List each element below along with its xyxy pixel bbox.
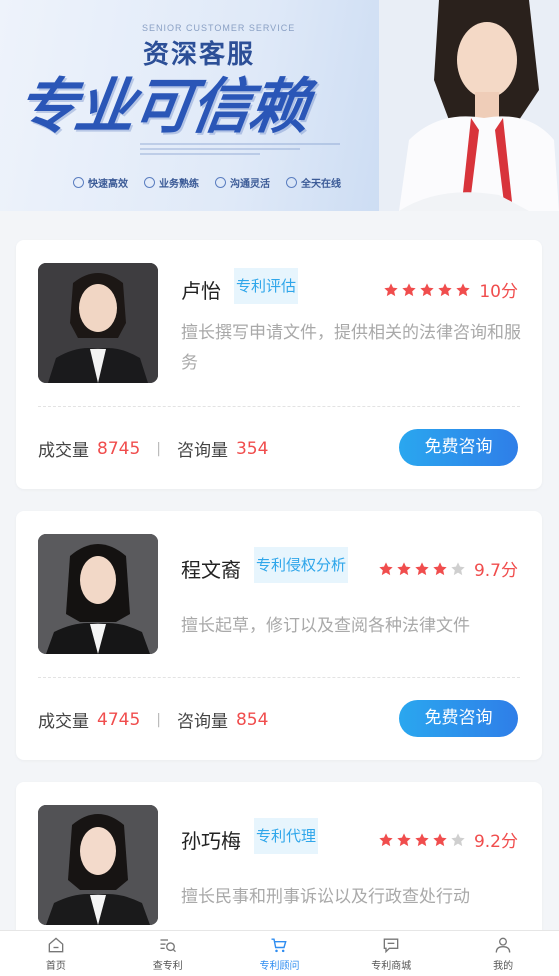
- star-full-icon: [433, 561, 447, 575]
- banner-tag: 快速高效: [73, 175, 128, 190]
- tab-patent-mall[interactable]: 专利商城: [335, 931, 447, 976]
- star-full-icon: [402, 282, 417, 296]
- star-empty-icon: [451, 832, 465, 846]
- star-full-icon: [415, 561, 429, 575]
- card-divider: [38, 677, 520, 678]
- tab-label: 专利顾问: [259, 961, 300, 972]
- banner-service-person-image: [379, 0, 559, 211]
- deals-label: 成交量: [38, 441, 89, 461]
- star-full-icon: [397, 561, 411, 575]
- consultant-specialty-tag: 专利侵权分析: [254, 547, 349, 583]
- rating-stars: [383, 282, 471, 298]
- free-consult-button[interactable]: 免费咨询: [399, 429, 518, 466]
- star-full-icon: [379, 832, 393, 846]
- tag-icon: [286, 177, 297, 188]
- star-full-icon: [438, 282, 453, 296]
- star-full-icon: [415, 832, 429, 846]
- consultant-stats: 成交量 8745 | 咨询量 354: [38, 436, 269, 462]
- banner-decor-lines: [140, 140, 380, 160]
- banner-tags: 快速高效 业务熟练 沟通灵活 全天在线: [73, 175, 341, 190]
- rating-stars: [378, 561, 466, 577]
- stats-separator: |: [156, 440, 161, 457]
- consultant-score: 9.7分: [473, 561, 518, 581]
- deals-count: 8745: [97, 438, 141, 459]
- consultant-specialty-tag: 专利评估: [234, 268, 299, 304]
- consults-count: 854: [235, 709, 269, 730]
- stats-separator: |: [156, 711, 161, 728]
- message-icon: [383, 938, 399, 954]
- banner-tag: 全天在线: [286, 175, 341, 190]
- consultant-rating: 9.7分: [378, 556, 518, 581]
- banner[interactable]: SENIOR CUSTOMER SERVICE 资深客服 专业可信赖 快速高效 …: [0, 0, 559, 211]
- cart-icon: [271, 938, 288, 953]
- rating-stars: [378, 832, 466, 848]
- consultant-description: 擅长撰写申请文件，提供相关的法律咨询和服务: [181, 323, 521, 373]
- banner-subtitle: SENIOR CUSTOMER SERVICE: [142, 23, 296, 33]
- star-empty-icon: [451, 561, 465, 575]
- star-full-icon: [456, 282, 471, 296]
- user-icon: [495, 937, 511, 953]
- consultant-photo: [38, 263, 158, 383]
- consultant-name: 孙巧梅: [181, 829, 241, 853]
- consults-count: 354: [235, 438, 269, 459]
- bottom-tab-bar: 首页 查专利 专利顾问 专利商城 我的: [0, 930, 559, 976]
- consultant-description: 擅长民事和刑事诉讼以及行政查处行动: [181, 887, 470, 907]
- consultant-photo: [38, 805, 158, 925]
- consultant-card[interactable]: 卢怡 专利评估 10分 擅长撰写申请文件，提供相关的法律咨询和服务 成交量 87…: [16, 240, 542, 489]
- tag-icon: [73, 177, 84, 188]
- free-consult-button[interactable]: 免费咨询: [399, 700, 518, 737]
- star-full-icon: [397, 832, 411, 846]
- tab-label: 专利商城: [371, 961, 412, 972]
- tab-label: 首页: [45, 961, 66, 972]
- search-patent-icon: [160, 939, 176, 953]
- tab-patent-advisor[interactable]: 专利顾问: [224, 931, 336, 976]
- consultant-name: 程文裔: [181, 558, 241, 582]
- banner-tag: 业务熟练: [144, 175, 199, 190]
- banner-tag: 沟通灵活: [215, 175, 270, 190]
- consultant-photo: [38, 534, 158, 654]
- consultant-score: 10分: [479, 282, 518, 302]
- star-full-icon: [433, 832, 447, 846]
- tab-home[interactable]: 首页: [0, 931, 112, 976]
- tag-icon: [215, 177, 226, 188]
- tab-label: 我的: [493, 961, 514, 972]
- consultant-name: 卢怡: [181, 279, 221, 303]
- star-full-icon: [379, 561, 393, 575]
- tab-label: 查专利: [152, 961, 183, 972]
- consultant-rating: 10分: [383, 277, 518, 302]
- consultant-stats: 成交量 4745 | 咨询量 854: [38, 707, 269, 733]
- deals-label: 成交量: [38, 712, 89, 732]
- consultant-card[interactable]: 程文裔 专利侵权分析 9.7分 擅长起草，修订以及查阅各种法律文件 成交量 47…: [16, 511, 542, 760]
- home-icon: [48, 937, 64, 953]
- tab-search-patent[interactable]: 查专利: [112, 931, 224, 976]
- card-divider: [38, 406, 520, 407]
- star-full-icon: [420, 282, 435, 296]
- star-full-icon: [384, 282, 399, 296]
- consults-label: 咨询量: [176, 441, 228, 461]
- consultant-rating: 9.2分: [378, 827, 518, 852]
- consults-label: 咨询量: [176, 712, 228, 732]
- consultant-specialty-tag: 专利代理: [254, 818, 319, 854]
- deals-count: 4745: [97, 709, 141, 730]
- tag-icon: [144, 177, 155, 188]
- consultant-score: 9.2分: [473, 832, 518, 852]
- consultant-description: 擅长起草，修订以及查阅各种法律文件: [181, 616, 470, 636]
- tab-mine[interactable]: 我的: [447, 931, 559, 976]
- banner-slogan: 专业可信赖: [12, 72, 313, 142]
